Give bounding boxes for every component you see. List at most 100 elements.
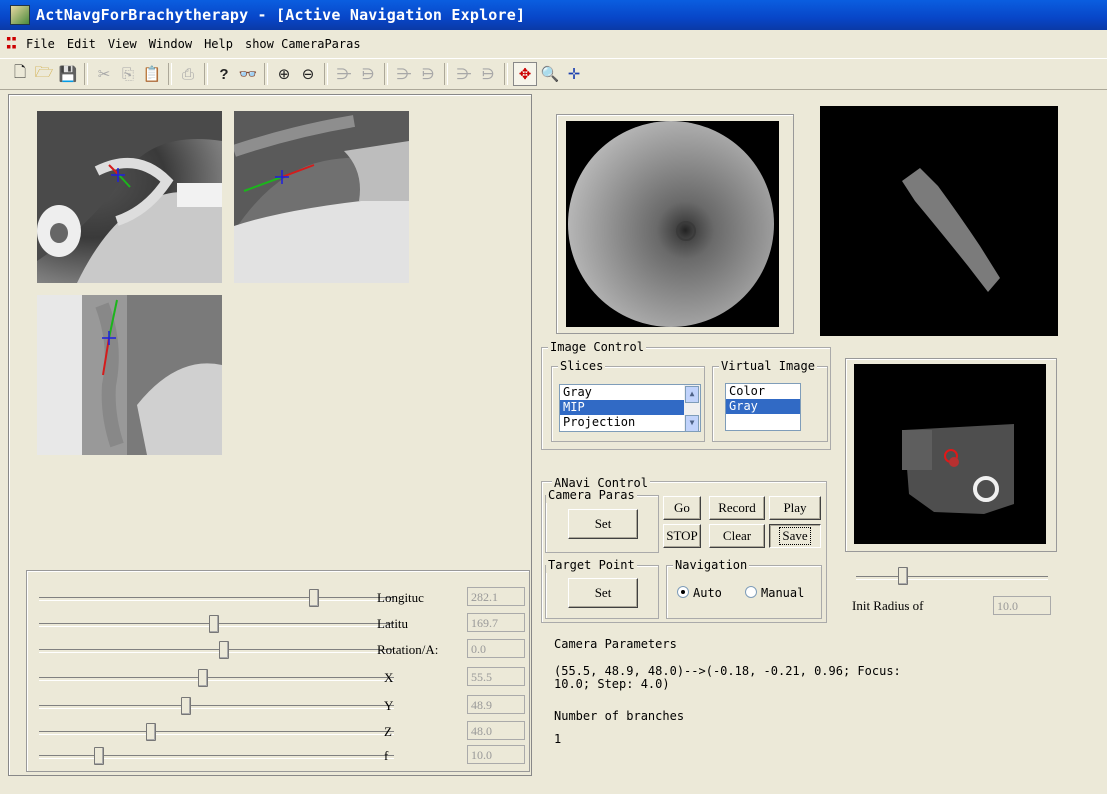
zoom-out-icon[interactable]: ⊖ [297, 63, 319, 85]
menu-view[interactable]: View [108, 37, 137, 51]
menu-edit[interactable]: Edit [67, 37, 96, 51]
menu-file[interactable]: File [26, 37, 55, 51]
scroll-up-icon[interactable]: ▲ [685, 386, 699, 403]
menu-help[interactable]: Help [204, 37, 233, 51]
menu-show-camera-paras[interactable]: show CameraParas [245, 37, 361, 51]
f-value-field[interactable]: 10.0 [467, 745, 525, 764]
glasses-icon[interactable]: 👓 [237, 63, 259, 85]
z-slider-track[interactable] [39, 731, 394, 735]
virtual-item-color[interactable]: Color [726, 384, 800, 399]
x-slider-track[interactable] [39, 677, 394, 681]
longitude-slider-thumb[interactable] [309, 589, 320, 607]
slider-row-latitude: Latitu 169.7 [27, 611, 529, 637]
copy-icon[interactable]: ⎘ [117, 63, 139, 85]
init-radius-thumb[interactable] [898, 567, 908, 585]
slices-group: Slices Gray MIP Projection ▲ ▼ [551, 358, 705, 442]
ct-slice-axial[interactable] [37, 295, 222, 455]
print-icon[interactable]: ⎙ [177, 63, 199, 85]
f-slider-thumb[interactable] [93, 747, 104, 765]
longitude-slider-track[interactable] [39, 597, 394, 601]
rotation-label: Rotation/A: [377, 642, 439, 657]
save-button[interactable]: Save [769, 524, 821, 548]
record-button[interactable]: Record [709, 496, 765, 520]
navigation-group: Navigation Auto Manual [666, 557, 822, 619]
menu-window[interactable]: Window [149, 37, 192, 51]
f-slider-track[interactable] [39, 755, 394, 759]
rotation-value-field[interactable]: 0.0 [467, 639, 525, 658]
virtual-item-gray[interactable]: Gray [726, 399, 800, 414]
app-icon [10, 5, 30, 25]
rotation-slider-thumb[interactable] [218, 641, 229, 659]
manual-radio[interactable]: Manual [745, 586, 804, 600]
go-button[interactable]: Go [663, 496, 701, 520]
longitude-value-field[interactable]: 282.1 [467, 587, 525, 606]
latitude-slider-thumb[interactable] [208, 615, 219, 633]
tile-horizontal-icon[interactable]: ⋺ [393, 63, 415, 85]
target-view-frame [845, 358, 1057, 552]
cascade-icon[interactable]: ⋺ [453, 63, 475, 85]
target-point-title: Target Point [546, 557, 637, 573]
branches-label: Number of branches [554, 709, 685, 723]
y-slider-thumb[interactable] [180, 697, 191, 715]
scroll-down-icon[interactable]: ▼ [685, 415, 699, 431]
x-slider-thumb[interactable] [198, 669, 209, 687]
zoom-region-icon[interactable]: 🔍 [539, 63, 561, 85]
slices-item-gray[interactable]: Gray [560, 385, 700, 400]
paste-icon[interactable]: 📋 [141, 63, 163, 85]
manual-radio-dot [745, 586, 757, 598]
target-set-button[interactable]: Set [568, 578, 638, 608]
camera-set-button[interactable]: Set [568, 509, 638, 539]
anavi-control-group: ANavi Control Camera Paras Set Go STOP R… [541, 475, 827, 623]
pan-icon[interactable]: ✛ [563, 63, 585, 85]
auto-radio[interactable]: Auto [677, 586, 722, 600]
y-slider-track[interactable] [39, 705, 394, 709]
init-radius-value-field[interactable]: 10.0 [993, 596, 1051, 615]
tile-vertical-icon[interactable]: ⋻ [417, 63, 439, 85]
camera-slider-panel: Longituc 282.1 Latitu 169.7 Rotation/A: … [26, 570, 530, 772]
arrange-icons-icon[interactable]: ⋻ [477, 63, 499, 85]
ct-slice-sagittal[interactable] [234, 111, 409, 283]
zoom-in-icon[interactable]: ⊕ [273, 63, 295, 85]
latitude-value-field[interactable]: 169.7 [467, 613, 525, 632]
y-value-field[interactable]: 48.9 [467, 695, 525, 714]
ct-slice-coronal[interactable] [37, 111, 222, 283]
title-bar[interactable]: ActNavgForBrachytherapy - [Active Naviga… [0, 0, 1107, 30]
new-file-icon[interactable]: 🗋 [9, 63, 31, 85]
help-icon[interactable]: ? [213, 63, 235, 85]
menu-bar: ▪▪ ▪▪ File Edit View Window Help show Cam… [0, 32, 1107, 56]
target-point-group: Target Point Set [545, 557, 659, 619]
z-slider-thumb[interactable] [146, 723, 157, 741]
save-icon[interactable]: 💾 [57, 63, 79, 85]
latitude-label: Latitu [377, 616, 409, 631]
cut-icon[interactable]: ✂ [93, 63, 115, 85]
navigation-title: Navigation [673, 557, 750, 573]
rotation-slider-track[interactable] [39, 649, 394, 653]
stop-button[interactable]: STOP [663, 524, 701, 548]
z-label: Z [384, 724, 392, 739]
airway-3d-view[interactable] [820, 106, 1058, 336]
camera-parameters-heading: Camera Parameters [554, 637, 677, 651]
play-button[interactable]: Play [769, 496, 821, 520]
toolbar: 🗋 🗁 💾 ✂ ⎘ 📋 ⎙ ? 👓 ⊕ ⊖ ⋺ ⋻ ⋺ ⋻ ⋺ ⋻ ✥ 🔍 ✛ [0, 58, 1107, 90]
f-label: f [384, 748, 389, 763]
init-radius-track[interactable] [856, 576, 1048, 580]
auto-radio-dot [677, 586, 689, 598]
clear-button[interactable]: Clear [709, 524, 765, 548]
z-value-field[interactable]: 48.0 [467, 721, 525, 740]
slices-item-projection[interactable]: Projection [560, 415, 700, 430]
rotate-icon[interactable]: ✥ [513, 62, 537, 86]
slices-item-mip[interactable]: MIP [560, 400, 700, 415]
virtual-endoscopy-view[interactable] [566, 121, 779, 327]
open-folder-icon[interactable]: 🗁 [33, 63, 55, 85]
y-label: Y [384, 698, 394, 713]
x-label: X [384, 670, 394, 685]
image-control-title: Image Control [548, 339, 646, 355]
arrange-vertical-icon[interactable]: ⋻ [357, 63, 379, 85]
target-ct-view[interactable] [854, 364, 1046, 544]
x-value-field[interactable]: 55.5 [467, 667, 525, 686]
slices-listbox[interactable]: Gray MIP Projection ▲ ▼ [559, 384, 701, 432]
slider-row-x: X 55.5 [27, 665, 529, 691]
virtual-image-listbox[interactable]: Color Gray [725, 383, 801, 431]
slices-scrollbar[interactable]: ▲ ▼ [684, 385, 700, 431]
arrange-horizontal-icon[interactable]: ⋺ [333, 63, 355, 85]
